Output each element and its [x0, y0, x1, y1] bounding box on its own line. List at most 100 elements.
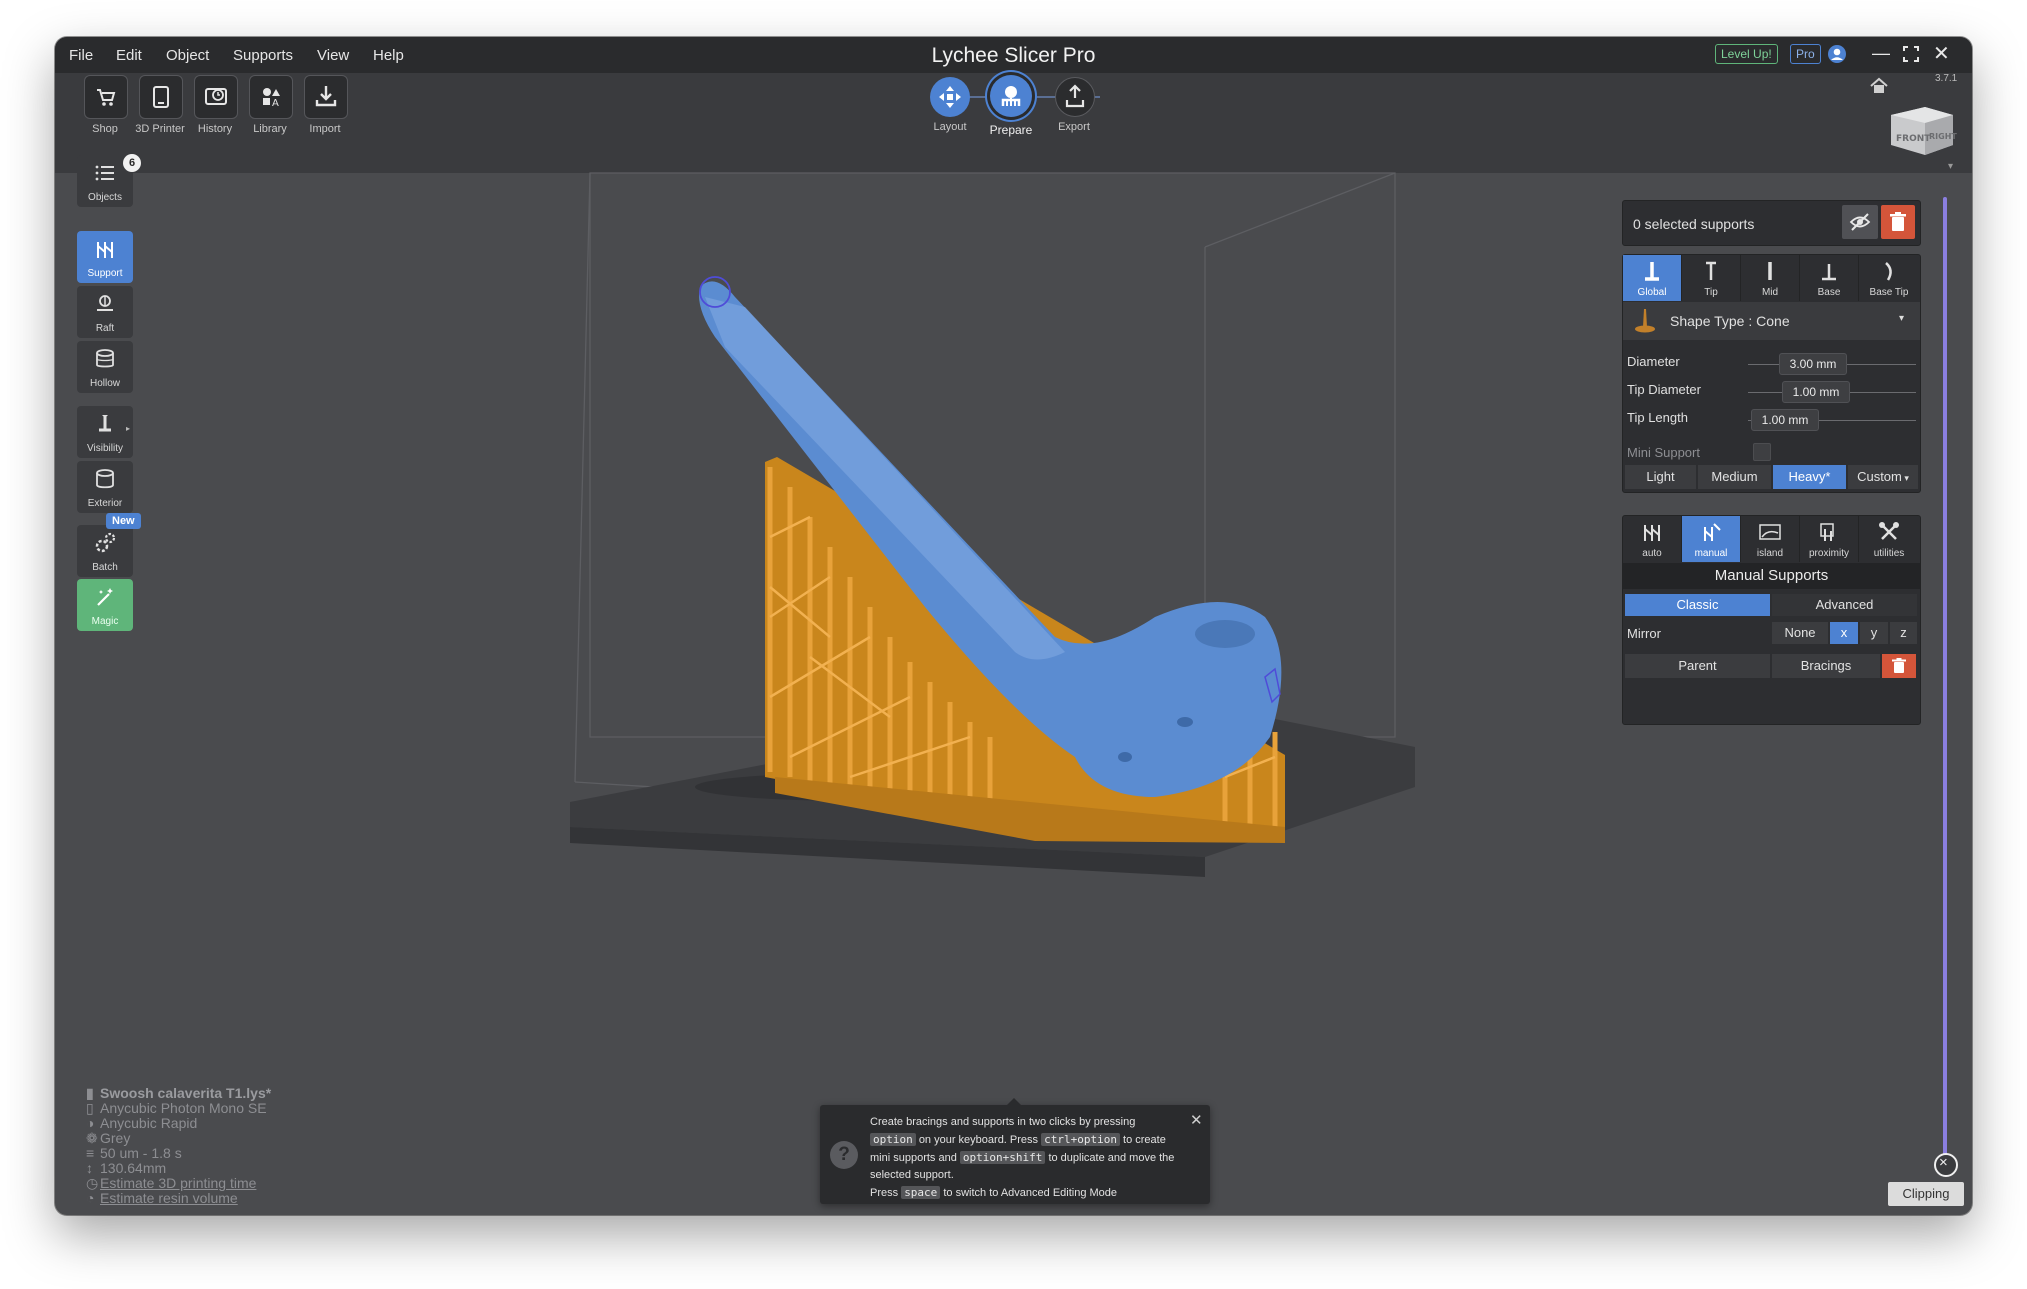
layers-icon: ≡ [86, 1145, 95, 1161]
magic-wand-icon [97, 588, 113, 606]
preset-heavy[interactable]: Heavy* [1773, 465, 1846, 489]
eye-off-icon [1849, 213, 1871, 231]
mirror-y[interactable]: y [1860, 622, 1888, 644]
sidebar-item-hollow[interactable]: Hollow [77, 341, 133, 393]
magic-label: Magic [91, 616, 119, 627]
parent-button[interactable]: Parent [1625, 654, 1770, 678]
history-button[interactable] [194, 75, 238, 119]
pro-badge[interactable]: Pro [1790, 44, 1821, 64]
sidebar-item-visibility[interactable]: Visibility ▸ [77, 406, 133, 458]
trash-icon [1892, 658, 1906, 673]
support-head-icon [1001, 86, 1021, 106]
svg-text:A: A [272, 98, 279, 109]
mirror-z[interactable]: z [1890, 622, 1917, 644]
cart-icon [97, 89, 116, 106]
sidebar-item-raft[interactable]: Raft [77, 286, 133, 338]
library-button[interactable]: A [249, 75, 293, 119]
tip-text-4: mini supports and [870, 1152, 957, 1164]
selection-header-panel: 0 selected supports [1622, 200, 1921, 246]
tab-utilities[interactable]: utilities [1859, 516, 1919, 562]
sidebar-item-support[interactable]: Support [77, 231, 133, 283]
account-icon[interactable] [1827, 44, 1847, 64]
raft-icon [97, 295, 113, 311]
tab-mid[interactable]: Mid [1741, 255, 1800, 301]
expand-arrow-icon: ▸ [125, 424, 130, 433]
exterior-label: Exterior [87, 498, 123, 509]
preset-custom-label: Custom [1857, 469, 1902, 484]
tab-island[interactable]: island [1741, 516, 1800, 562]
delete-selected-button[interactable] [1881, 205, 1915, 239]
layer-info: ≡ 50 um - 1.8 s [86, 1145, 182, 1161]
clipping-button[interactable]: Clipping [1888, 1182, 1964, 1206]
objects-label: Objects [88, 192, 122, 203]
mode-classic[interactable]: Classic [1625, 594, 1770, 616]
manual-supports-title: Manual Supports [1623, 563, 1920, 589]
tab-base-tip[interactable]: Base Tip [1859, 255, 1919, 301]
tip-pointer [1007, 1098, 1021, 1105]
step-prepare[interactable] [990, 75, 1032, 117]
import-button[interactable] [304, 75, 348, 119]
tab-global[interactable]: Global [1623, 255, 1682, 301]
base-icon [1822, 264, 1836, 281]
tip-text: Create bracings and supports in two clic… [870, 1114, 1190, 1202]
clipping-slider-track[interactable] [1943, 197, 1947, 1157]
printer-button[interactable] [139, 75, 183, 119]
kbd-space: space [901, 1186, 941, 1199]
maximize-icon[interactable] [1903, 46, 1919, 62]
sidebar-item-batch[interactable]: Batch [77, 525, 133, 577]
sidebar-item-magic[interactable]: Magic [77, 579, 133, 631]
step-export-label: Export [1058, 121, 1090, 133]
mirror-none[interactable]: None [1772, 622, 1828, 644]
minimize-icon[interactable]: — [1872, 43, 1890, 64]
global-support-icon [1645, 262, 1659, 281]
tab-base-label: Base [1817, 287, 1841, 298]
tab-mid-label: Mid [1761, 287, 1779, 298]
mirror-x[interactable]: x [1830, 622, 1858, 644]
tip-length-label: Tip Length [1627, 410, 1688, 425]
tip-close-icon[interactable]: ✕ [1190, 1111, 1203, 1129]
tab-tip[interactable]: Tip [1682, 255, 1741, 301]
tip-diameter-input[interactable]: 1.00 mm [1782, 381, 1850, 403]
diameter-input[interactable]: 3.00 mm [1779, 353, 1847, 375]
kbd-option: option [870, 1133, 916, 1146]
shop-button[interactable] [84, 75, 128, 119]
tab-manual[interactable]: manual [1682, 516, 1741, 562]
bracings-button[interactable]: Bracings [1772, 654, 1880, 678]
tip-text-8: to switch to Advanced Editing Mode [943, 1187, 1118, 1199]
clipping-slider-handle[interactable]: × [1934, 1153, 1958, 1177]
preset-custom[interactable]: Custom ▾ [1848, 465, 1918, 489]
level-up-badge[interactable]: Level Up! [1715, 44, 1778, 64]
estimate-volume-link[interactable]: ◔ Estimate resin volume [86, 1190, 238, 1206]
sidebar-item-exterior[interactable]: Exterior [77, 461, 133, 513]
tab-auto[interactable]: auto [1623, 516, 1682, 562]
preset-medium[interactable]: Medium [1698, 465, 1771, 489]
mirror-label: Mirror [1627, 626, 1661, 641]
printer-icon [153, 86, 169, 108]
import-label: Import [309, 123, 341, 135]
tip-length-input[interactable]: 1.00 mm [1751, 409, 1819, 431]
hide-supports-button[interactable] [1842, 205, 1878, 239]
cone-shape-icon [1635, 309, 1655, 333]
proximity-icon [1820, 523, 1834, 541]
step-export[interactable] [1055, 77, 1095, 117]
list-icon [95, 165, 114, 181]
shape-type-dropdown[interactable]: Shape Type : Cone ▾ [1623, 302, 1920, 340]
raft-label: Raft [95, 323, 115, 334]
manual-supports-panel: auto manual island proximity utilities M… [1622, 515, 1921, 725]
visibility-label: Visibility [87, 443, 123, 454]
tip-diameter-label: Tip Diameter [1627, 382, 1701, 397]
trash-icon [1890, 212, 1906, 231]
step-layout[interactable] [930, 77, 970, 117]
support-icon [97, 242, 113, 258]
mini-support-checkbox[interactable] [1753, 443, 1771, 461]
height-arrow-icon: ↕ [86, 1160, 93, 1176]
utilities-tools-icon [1879, 522, 1899, 540]
tab-proximity[interactable]: proximity [1800, 516, 1859, 562]
help-question-icon: ? [830, 1141, 858, 1169]
tab-base[interactable]: Base [1800, 255, 1859, 301]
library-icon: A [263, 88, 280, 109]
close-icon[interactable]: ✕ [1933, 41, 1950, 66]
preset-light[interactable]: Light [1625, 465, 1696, 489]
mode-advanced[interactable]: Advanced [1772, 594, 1917, 616]
delete-bracings-button[interactable] [1882, 654, 1916, 678]
